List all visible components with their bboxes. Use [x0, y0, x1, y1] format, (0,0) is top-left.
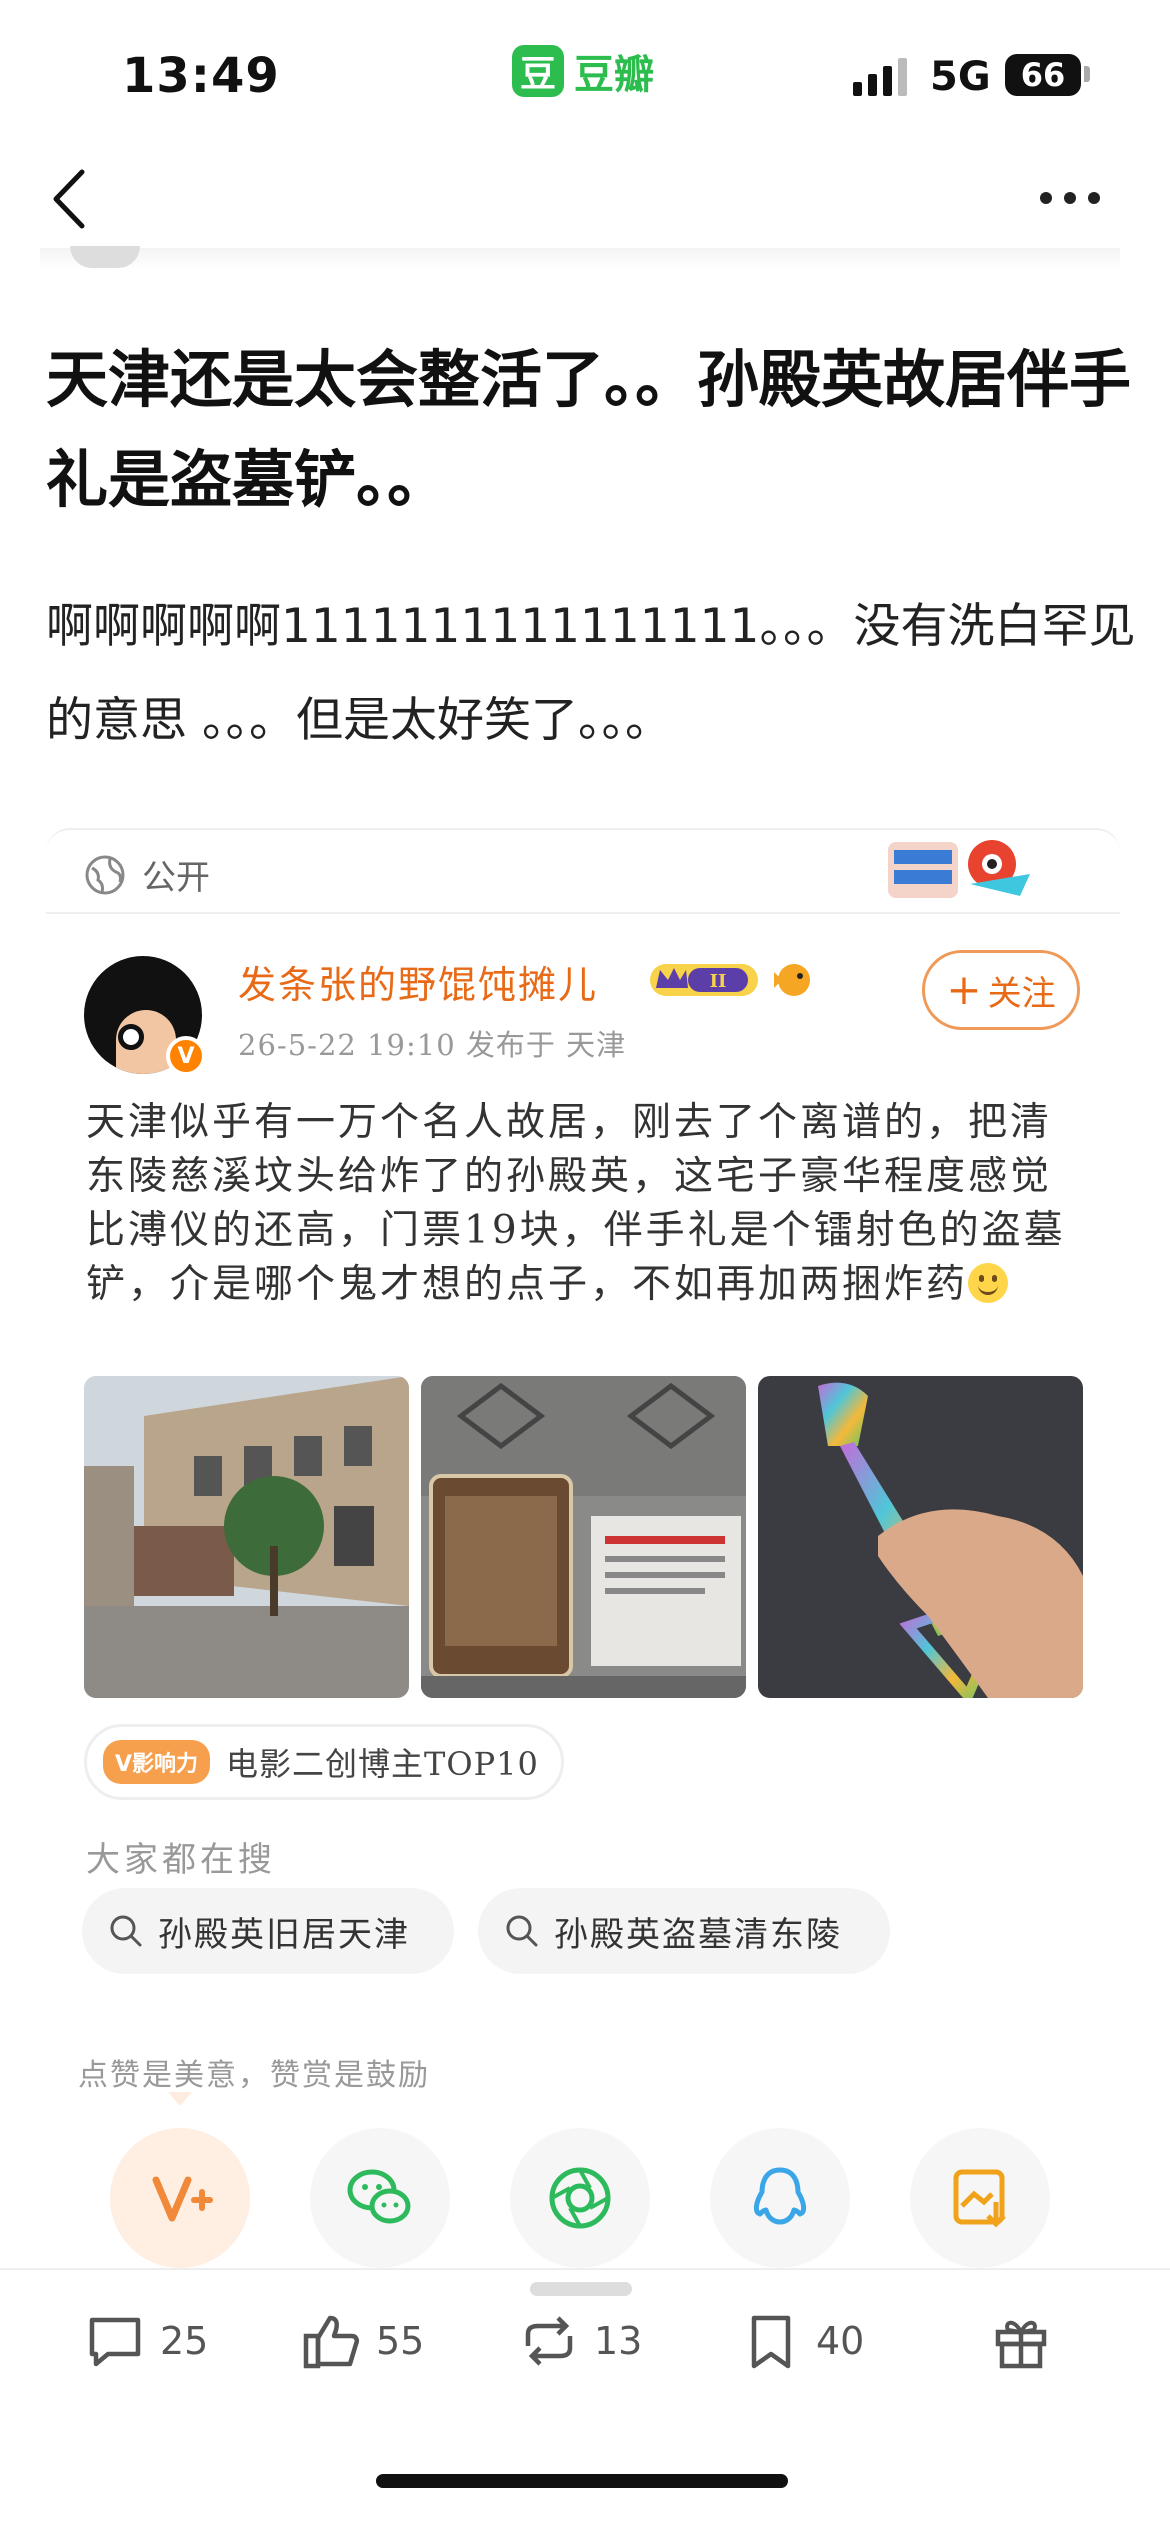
search-chip-label: 孙殿英盗墓清东陵	[554, 1914, 842, 1955]
reshare-count: 13	[594, 2319, 643, 2363]
douban-logo-icon: 豆	[512, 45, 564, 97]
visibility-label: 公开	[142, 858, 210, 898]
status-bar: 13:49 豆 豆瓣 5G 66	[0, 0, 1170, 150]
collect-count: 40	[816, 2319, 865, 2363]
more-dot-icon	[1040, 192, 1052, 204]
search-chip[interactable]: 孙殿英盗墓清东陵	[478, 1888, 890, 1974]
photo-heritage-plaque[interactable]	[421, 1376, 746, 1698]
weibo-meta: 26-5-22 19:10 发布于 天津	[238, 1028, 627, 1062]
moments-icon	[549, 2167, 611, 2229]
influence-tag: V影响力	[103, 1740, 211, 1784]
photo-residence-exterior[interactable]	[84, 1376, 409, 1698]
chevron-left-icon	[53, 169, 85, 229]
app-badge: 豆 豆瓣	[512, 42, 654, 100]
weibo-text: 天津似乎有一万个名人故居，刚去了个离谱的，把清东陵慈溪坟头给炸了的孙殿英，这宅子…	[86, 1096, 1086, 1312]
bookmark-icon	[751, 2315, 791, 2369]
status-time: 13:49	[122, 48, 280, 104]
hint-pointer	[168, 2092, 192, 2106]
post-title: 天津还是太会整活了。。孙殿英故居伴手礼是盗墓铲。。	[46, 343, 1132, 516]
vip-level-badge-icon: II	[650, 964, 758, 996]
share-qq-button[interactable]	[710, 2128, 850, 2268]
follow-label: 关注	[987, 973, 1056, 1014]
battery-tip	[1084, 66, 1090, 82]
weibo-username[interactable]: 发条张的野馄饨摊儿	[238, 954, 598, 1009]
search-chip-label: 孙殿英旧居天津	[158, 1914, 410, 1955]
thumbs-up-icon	[303, 2315, 360, 2369]
visibility-row: 公开	[46, 828, 1120, 914]
smile-emoji-icon	[968, 1263, 1009, 1303]
vip-level-text: II	[710, 971, 727, 992]
comment-count: 25	[160, 2319, 209, 2363]
more-dot-icon	[1064, 192, 1076, 204]
share-wechat-button[interactable]	[310, 2128, 450, 2268]
save-image-button[interactable]	[910, 2128, 1050, 2268]
v-plus-button[interactable]	[110, 2128, 250, 2268]
search-icon	[506, 1915, 538, 1947]
qq-icon	[753, 2167, 807, 2225]
network-type: 5G	[930, 54, 991, 100]
verified-badge-icon: V	[166, 1036, 206, 1076]
more-options-button[interactable]	[1040, 178, 1120, 218]
fan-badge-icon	[774, 964, 810, 996]
author-avatar-remnant	[70, 246, 140, 268]
more-dot-icon	[1088, 192, 1100, 204]
search-chip[interactable]: 孙殿英旧居天津	[82, 1888, 454, 1974]
back-button[interactable]	[46, 164, 96, 234]
like-count: 55	[376, 2319, 425, 2363]
battery-icon: 66	[1005, 54, 1081, 96]
scrolled-header-remnant	[40, 248, 1120, 270]
comment-icon	[89, 2317, 141, 2367]
trending-search-heading: 大家都在搜	[86, 1840, 276, 1880]
signal-icon	[853, 58, 907, 96]
photo-laser-shovel-souvenir[interactable]	[758, 1376, 1083, 1698]
v-plus-icon	[152, 2176, 213, 2222]
festival-sticker-icon	[888, 840, 1030, 898]
like-hint-text: 点赞是美意，赞赏是鼓励	[78, 2058, 430, 2093]
reshare-button[interactable]: 13	[518, 2310, 642, 2372]
gift-icon	[995, 2320, 1047, 2369]
comment-button[interactable]: 25	[84, 2310, 208, 2372]
weibo-text-content: 天津似乎有一万个名人故居，刚去了个离谱的，把清东陵慈溪坟头给炸了的孙殿英，这宅子…	[86, 1100, 1066, 1307]
influence-badge[interactable]: V影响力 电影二创博主TOP10	[84, 1724, 564, 1800]
gift-button[interactable]	[990, 2310, 1052, 2372]
save-image-icon	[953, 2169, 1006, 2228]
reshare-icon	[525, 2316, 573, 2366]
share-moments-button[interactable]	[510, 2128, 650, 2268]
post-body: 啊啊啊啊啊1111111111111111。。。没有洗白罕见的意思 。。。但是太…	[46, 599, 1136, 748]
influence-text: 电影二创博主TOP10	[226, 1745, 539, 1783]
follow-button[interactable]: + 关注	[922, 950, 1080, 1030]
globe-icon	[85, 855, 125, 895]
app-name: 豆瓣	[574, 52, 654, 98]
home-indicator[interactable]	[376, 2474, 788, 2488]
plus-icon: +	[946, 965, 982, 1014]
photo-grid	[84, 1376, 1084, 1698]
search-icon	[110, 1915, 142, 1947]
drag-handle[interactable]	[530, 2282, 632, 2296]
like-button[interactable]: 55	[300, 2310, 424, 2372]
avatar-eye	[118, 1024, 144, 1050]
collect-button[interactable]: 40	[740, 2310, 864, 2372]
wechat-icon	[347, 2169, 411, 2224]
